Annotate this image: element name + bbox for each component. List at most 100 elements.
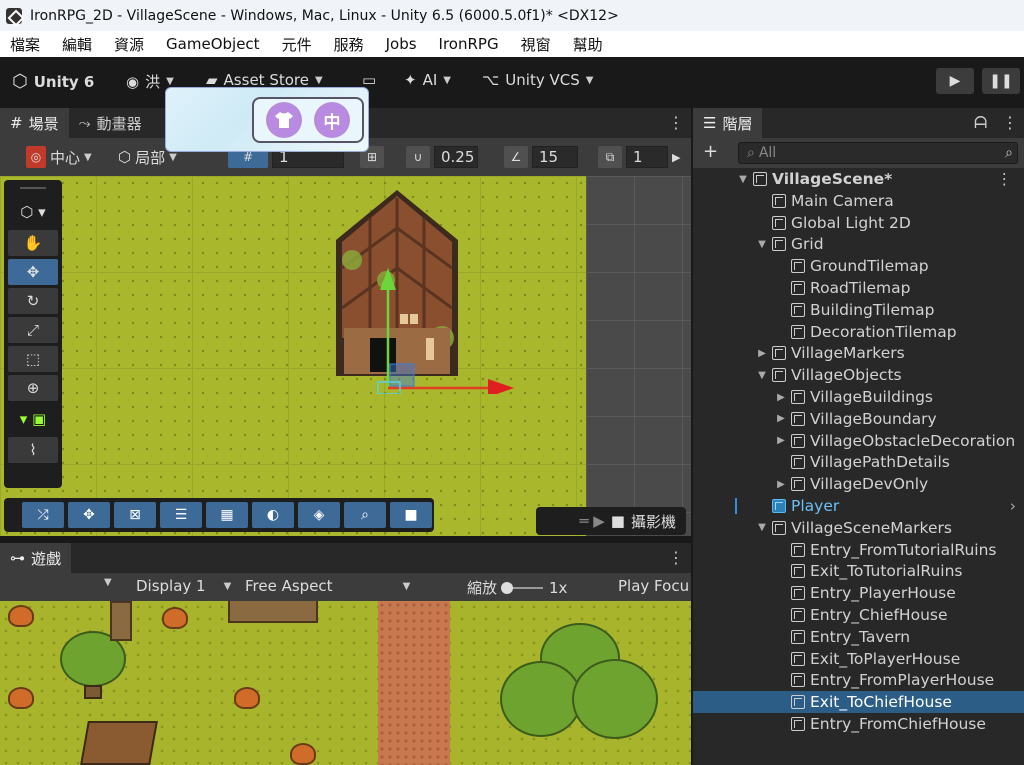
hierarchy-item[interactable]: GroundTilemap — [693, 255, 1024, 277]
chevron-down-icon[interactable]: ▼ — [756, 239, 768, 250]
move-overlay-button[interactable]: ✥ — [68, 502, 110, 528]
tab-hierarchy[interactable]: ☰ 階層 — [693, 108, 763, 138]
move-gizmo[interactable] — [370, 264, 520, 394]
aspect-dropdown[interactable]: Free Aspect ▼ — [245, 577, 410, 595]
hierarchy-item[interactable]: ▶ VillageBoundary — [693, 408, 1024, 430]
hierarchy-item[interactable]: DecorationTilemap — [693, 321, 1024, 343]
camera-overlay[interactable]: ═ ▶ ■ 攝影機 — [536, 507, 686, 535]
tree-trunk — [110, 601, 132, 641]
play-button[interactable]: ▶ — [936, 68, 974, 94]
tab-scene[interactable]: # 場景 — [0, 108, 69, 138]
pivot-dropdown[interactable]: ◎ 中心 ▼ — [26, 145, 92, 169]
hierarchy-item[interactable]: ▶ VillageMarkers — [693, 342, 1024, 364]
game-view[interactable] — [0, 601, 691, 765]
custom-tool-dropdown[interactable]: ▾ ▣ — [8, 404, 58, 434]
chevron-right-icon[interactable]: › — [1010, 497, 1016, 515]
layers-overlay-button[interactable]: ◈ — [298, 502, 340, 528]
menu-help[interactable]: 幫助 — [573, 34, 603, 55]
hierarchy-item[interactable]: ▶ VillageDevOnly — [693, 473, 1024, 495]
hierarchy-item[interactable]: Global Light 2D — [693, 212, 1024, 234]
scale-snap-button[interactable]: ⧉ 1 — [598, 145, 668, 169]
chevron-down-icon[interactable]: ▼ — [756, 522, 768, 533]
hierarchy-more-icon[interactable]: ⋮ — [1002, 113, 1018, 132]
hierarchy-item[interactable]: ▶ VillageObstacleDecoration — [693, 430, 1024, 452]
search-overlay-button[interactable]: ⌕ — [344, 502, 386, 528]
hierarchy-item[interactable]: ▼ VillageSceneMarkers — [693, 517, 1024, 539]
lock-icon[interactable]: ᗩ — [974, 113, 987, 133]
chevron-right-icon[interactable]: ▶ — [775, 479, 787, 490]
hierarchy-item[interactable]: Entry_PlayerHouse — [693, 582, 1024, 604]
increment-snap-button[interactable]: ∪ 0.25 — [406, 145, 478, 169]
chevron-down-icon[interactable]: ▼ — [756, 370, 768, 381]
play-focus-dropdown[interactable]: Play Focu — [618, 577, 689, 595]
rotate-tool[interactable]: ↻ — [8, 288, 58, 314]
add-icon[interactable]: + — [703, 141, 718, 162]
language-toggle-button[interactable]: 中 — [314, 102, 350, 138]
rect-tool[interactable]: ⬚ — [8, 346, 58, 372]
view-options-dropdown[interactable]: ⬡ ▾ — [8, 197, 58, 227]
menu-jobs[interactable]: Jobs — [386, 35, 417, 53]
camera-overlay-button[interactable]: ■ — [390, 502, 432, 528]
hierarchy-item[interactable]: ▶ VillageBuildings — [693, 386, 1024, 408]
hierarchy-item[interactable]: Main Camera — [693, 190, 1024, 212]
menu-services[interactable]: 服務 — [334, 34, 364, 55]
search-filter-icon[interactable]: ⌕ — [1005, 145, 1013, 161]
menu-gameobject[interactable]: GameObject — [166, 35, 260, 53]
vcs-dropdown[interactable]: ⌥ Unity VCS ▼ — [482, 71, 593, 89]
slider-track[interactable] — [501, 581, 544, 594]
chevron-right-icon[interactable]: ▶ — [775, 435, 787, 446]
scale-tool[interactable]: ⤢ — [8, 317, 58, 343]
chevron-right-icon[interactable]: ▶ — [775, 413, 787, 424]
hierarchy-item[interactable]: ▼ Grid — [693, 233, 1024, 255]
lighting-overlay-button[interactable]: ◐ — [252, 502, 294, 528]
unity-version-button[interactable]: ⬡ Unity 6 — [12, 71, 94, 92]
menu-file[interactable]: 檔案 — [10, 34, 40, 55]
scene-more-icon[interactable]: ⋮ — [997, 170, 1013, 188]
hierarchy-item[interactable]: Entry_FromTutorialRuins — [693, 539, 1024, 561]
menu-edit[interactable]: 編輯 — [62, 34, 92, 55]
spline-tool[interactable]: ⌇ — [8, 437, 58, 463]
hierarchy-item[interactable]: Exit_ToChiefHouse — [693, 691, 1024, 714]
chevron-right-icon[interactable]: ▶ — [756, 348, 768, 359]
ai-dropdown[interactable]: ✦ AI ▼ — [404, 71, 451, 89]
hierarchy-item[interactable]: VillagePathDetails — [693, 451, 1024, 473]
sorting-overlay-button[interactable]: ☰ — [160, 502, 202, 528]
collider-overlay-button[interactable]: ⊠ — [114, 502, 156, 528]
menu-ironrpg[interactable]: IronRPG — [439, 35, 499, 53]
display-dropdown[interactable]: Display 1 ▼ — [136, 577, 231, 595]
toolbar-overflow-icon[interactable]: ▶ — [672, 145, 680, 169]
hierarchy-item[interactable]: Entry_ChiefHouse — [693, 604, 1024, 626]
drag-handle-icon[interactable] — [20, 187, 46, 197]
menu-assets[interactable]: 資源 — [114, 34, 144, 55]
menu-component[interactable]: 元件 — [282, 34, 312, 55]
hierarchy-item[interactable]: Exit_ToTutorialRuins — [693, 560, 1024, 582]
tshirt-icon[interactable] — [266, 102, 302, 138]
hierarchy-item[interactable]: Player › — [693, 495, 1024, 517]
rotate-snap-button[interactable]: ∠ 15 — [504, 145, 578, 169]
transform-tool[interactable]: ⊕ — [8, 375, 58, 401]
tab-game[interactable]: ⊶ 遊戲 — [0, 543, 72, 573]
game-more-icon[interactable]: ⋮ — [668, 548, 684, 567]
hierarchy-item[interactable]: ▼ VillageScene* ⋮ — [693, 168, 1024, 190]
hierarchy-item[interactable]: RoadTilemap — [693, 277, 1024, 299]
tab-animator[interactable]: ⤳ 動畫器 — [69, 108, 152, 138]
chevron-down-icon[interactable]: ▼ — [737, 174, 749, 185]
scene-view[interactable]: ⬡ ▾ ✋ ✥ ↻ ⤢ ⬚ ⊕ ▾ ▣ ⌇ ⤮ ✥ ⊠ ☰ ▦ ◐ ◈ ⌕ ■ … — [0, 176, 691, 536]
chevron-right-icon[interactable]: ▶ — [775, 392, 787, 403]
shuffle-overlay-button[interactable]: ⤮ — [22, 502, 64, 528]
tilemap-overlay-button[interactable]: ▦ — [206, 502, 248, 528]
hierarchy-item[interactable]: Entry_FromPlayerHouse — [693, 669, 1024, 691]
hierarchy-item[interactable]: ▼ VillageObjects — [693, 364, 1024, 386]
hierarchy-item[interactable]: BuildingTilemap — [693, 299, 1024, 321]
hierarchy-search-input[interactable]: ⌕ All ⌕ — [738, 142, 1018, 164]
pause-button[interactable]: ❚❚ — [982, 68, 1020, 94]
hand-tool[interactable]: ✋ — [8, 230, 58, 256]
hierarchy-item[interactable]: Entry_FromChiefHouse — [693, 713, 1024, 735]
menu-window[interactable]: 視窗 — [521, 34, 551, 55]
move-tool[interactable]: ✥ — [8, 259, 58, 285]
zoom-slider[interactable]: 縮放 1x — [467, 577, 567, 598]
scene-more-icon[interactable]: ⋮ — [668, 113, 684, 132]
hierarchy-item[interactable]: Entry_Tavern — [693, 626, 1024, 648]
hierarchy-item[interactable]: Exit_ToPlayerHouse — [693, 648, 1024, 670]
game-mode-dropdown[interactable]: ▼ — [104, 577, 112, 588]
